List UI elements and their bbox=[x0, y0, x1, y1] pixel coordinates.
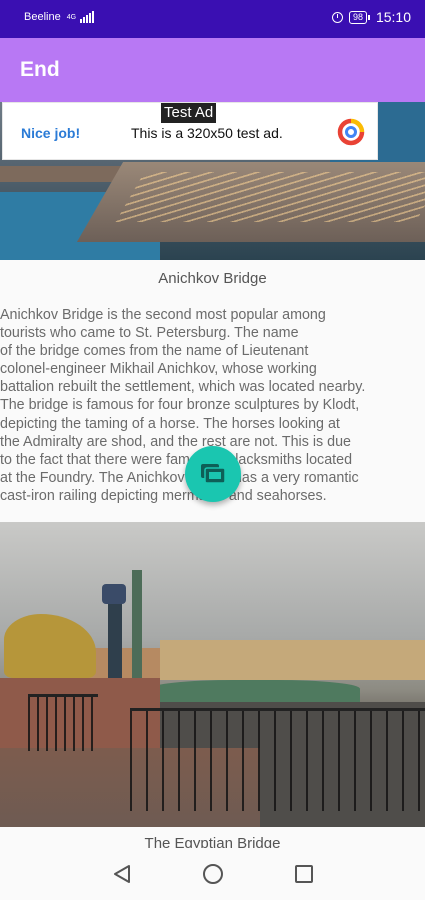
alarm-icon bbox=[331, 11, 343, 23]
status-bar: Beeline 4G 98 15:10 bbox=[0, 0, 425, 38]
back-triangle-icon[interactable] bbox=[113, 864, 131, 884]
battery-icon: 98 bbox=[348, 10, 370, 24]
app-title: End bbox=[20, 58, 60, 81]
test-ad-tag: Test Ad bbox=[161, 103, 217, 123]
ad-logo-icon bbox=[337, 118, 365, 146]
carrier-label: Beeline bbox=[24, 11, 61, 23]
app-bar: End bbox=[0, 38, 425, 102]
clock: 15:10 bbox=[375, 9, 411, 25]
battery-level: 98 bbox=[348, 10, 367, 24]
home-circle-icon[interactable] bbox=[203, 864, 223, 884]
ad-body: This is a 320x50 test ad. bbox=[131, 125, 283, 141]
photo-caption: Anichkov Bridge bbox=[158, 270, 267, 287]
status-left: Beeline 4G bbox=[24, 11, 95, 23]
ad-headline: Nice job! bbox=[21, 125, 81, 141]
ad-banner[interactable]: Nice job! This is a 320x50 test ad. Test… bbox=[2, 102, 378, 160]
photo-caption: The Egyptian Bridge bbox=[144, 835, 281, 848]
slideshow-icon bbox=[201, 464, 226, 484]
slideshow-fab-button[interactable] bbox=[185, 446, 241, 502]
signal-icon bbox=[80, 11, 95, 23]
scroll-content[interactable]: Nice job! This is a 320x50 test ad. Test… bbox=[0, 102, 425, 848]
system-nav-bar bbox=[0, 848, 425, 900]
egyptian-bridge-photo bbox=[0, 522, 425, 827]
network-type: 4G bbox=[66, 13, 77, 21]
status-right: 98 15:10 bbox=[331, 9, 411, 25]
recent-square-icon[interactable] bbox=[295, 865, 313, 883]
